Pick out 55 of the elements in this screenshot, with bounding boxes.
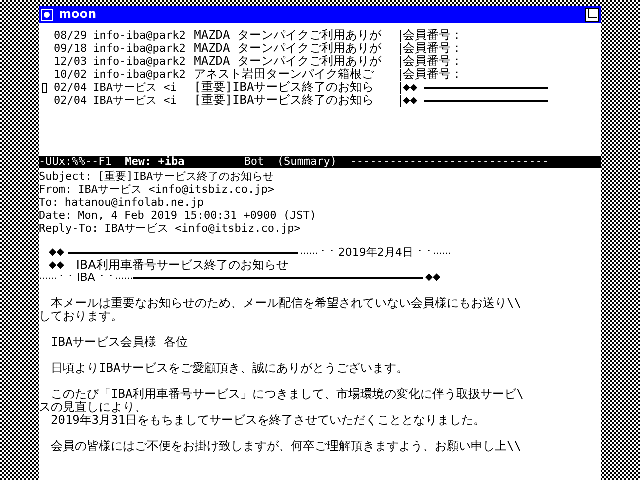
diamond-mark: ◆◆ [49, 246, 64, 259]
dot-leader: ・・…… [415, 246, 452, 259]
header-name: Reply-To: [39, 222, 99, 235]
message-sender[interactable]: info-iba@park2 [93, 42, 188, 55]
diamond-mark: ◆◆ [49, 258, 64, 272]
message-sender[interactable]: info-iba@park2 [93, 68, 188, 81]
message-subject[interactable]: MAZDA ターンパイクご利用ありが [194, 55, 394, 68]
body-text-line: スの見直しにより、 [39, 401, 148, 414]
header-value: IBAサービス <info@itsbiz.co.jp> [78, 183, 274, 196]
header-name: Subject: [39, 170, 92, 183]
maximize-icon[interactable] [585, 8, 599, 22]
header-value: hatanou@infolab.ne.jp [64, 196, 204, 209]
message-preview: ◆◆ [403, 94, 418, 107]
dot-leader: ……・・ [39, 271, 75, 284]
body-text-line: 2019年3月31日をもちましてサービスを終了させていただくこととなりました。 [50, 414, 487, 427]
body-text-line: しております。 [39, 310, 124, 323]
window-title: moon [59, 8, 98, 21]
header-name: To: [39, 196, 59, 209]
header-value: [重要]IBAサービス終了のお知らせ [98, 170, 274, 183]
diamond-mark: ◆◆ [425, 271, 441, 284]
dot-leader: ・・…… [97, 271, 134, 284]
message-sender[interactable]: IBAサービス <i [93, 81, 188, 94]
body-text-line: 会員の皆様にはご不便をお掛け致しますが、何卒ご理解頂きますよう、お願い申し上\\ [50, 440, 522, 453]
message-date: 09/18 [54, 42, 88, 55]
message-date: 02/04 [54, 81, 88, 94]
header-name: From: [39, 183, 72, 196]
header-name: Date: [39, 209, 72, 222]
message-preview: 会員番号： [403, 42, 464, 55]
message-subject[interactable]: [重要]IBAサービス終了のお知ら [194, 94, 394, 107]
message-sender[interactable]: info-iba@park2 [93, 29, 188, 42]
message-date: 12/03 [54, 55, 88, 68]
message-preview: ◆◆ [403, 81, 418, 94]
message-preview: 会員番号： [403, 68, 464, 81]
body-text-line: このたび「IBA利用車番号サービス」につきまして、市場環境の変化に伴う取扱サービ\ [50, 388, 525, 401]
message-subject[interactable]: MAZDA ターンパイクご利用ありが [194, 42, 394, 55]
message-subject[interactable]: [重要]IBAサービス終了のお知ら [194, 81, 394, 94]
dot-leader: ……・・ [300, 246, 336, 259]
banner-title: IBA利用車番号サービス終了のお知らせ [76, 258, 288, 272]
message-sender[interactable]: info-iba@park2 [93, 55, 188, 68]
message-subject[interactable]: アネスト岩田ターンパイク箱根ご [194, 68, 394, 81]
message-preview: 会員番号： [403, 55, 464, 68]
banner-date: 2019年2月4日 [338, 246, 414, 259]
body-text-line: 日頃よりIBAサービスをご愛顧頂き、誠にありがとうございます。 [50, 362, 410, 375]
banner-sender: IBA [77, 271, 96, 284]
message-date: 10/02 [54, 68, 88, 81]
body-text-line: IBAサービス会員様 各位 [50, 336, 189, 349]
message-preview: 会員番号： [403, 29, 464, 42]
window-menu-icon[interactable] [41, 8, 53, 20]
message-subject[interactable]: MAZDA ターンパイクご利用ありが [194, 29, 394, 42]
message-sender[interactable]: IBAサービス <i [93, 94, 188, 107]
message-date: 08/29 [54, 29, 88, 42]
message-date: 02/04 [54, 94, 88, 107]
body-text-line: 本メールは重要なお知らせのため、メール配信を希望されていない会員様にもお送り\\ [50, 297, 522, 310]
header-value: IBAサービス <info@itsbiz.co.jp> [104, 222, 301, 235]
header-value: Mon, 4 Feb 2019 15:00:31 +0900 (JST) [78, 209, 317, 222]
